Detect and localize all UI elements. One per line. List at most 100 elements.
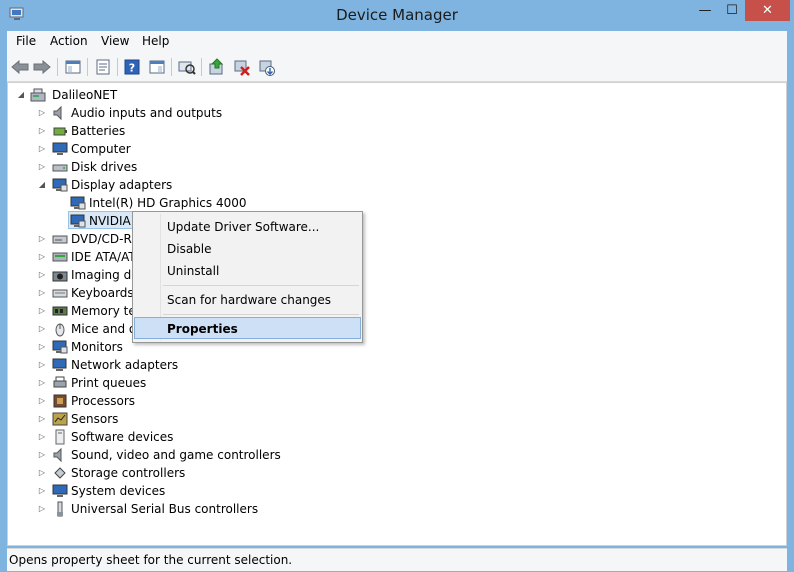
tree-item-label: Sensors — [71, 412, 119, 426]
tree-category-item[interactable]: ▷ Print queues — [8, 374, 308, 392]
uninstall-button[interactable] — [232, 57, 252, 77]
expand-arrow-icon[interactable]: ▷ — [37, 158, 47, 176]
tree-item-label: Computer — [71, 142, 131, 156]
expand-arrow-icon[interactable]: ▷ — [37, 428, 47, 446]
tree-category-item[interactable]: ▷ Processors — [8, 392, 308, 410]
tree-category-item[interactable]: ▷ Storage controllers — [8, 464, 308, 482]
help-button[interactable]: ? — [122, 57, 142, 77]
menu-properties[interactable]: Properties — [134, 317, 361, 339]
expand-arrow-icon[interactable]: ▷ — [37, 338, 47, 356]
context-menu-separator — [163, 314, 359, 315]
tree-item-label: Imaging de — [71, 268, 139, 282]
camera-icon — [52, 271, 68, 282]
tree-category-item[interactable]: ▷ Universal Serial Bus controllers — [8, 500, 308, 518]
memory-icon — [52, 306, 68, 316]
expand-arrow-icon[interactable]: ▷ — [37, 500, 47, 518]
forward-button[interactable] — [32, 57, 52, 77]
tree-item-label: DVD/CD-RO — [71, 232, 142, 246]
tree-device-item[interactable]: Intel(R) HD Graphics 4000 — [8, 194, 308, 212]
device-tree[interactable]: ◢ DalileoNET ▷ Audio inputs and outputs ▷ B… — [7, 82, 787, 546]
expand-arrow-icon[interactable]: ▷ — [37, 140, 47, 158]
menu-scan-hardware-label: Scan for hardware changes — [167, 293, 332, 307]
dvd-icon — [52, 235, 68, 244]
tree-category-item[interactable]: ▷ Sound, video and game controllers — [8, 446, 308, 464]
speaker-icon — [53, 447, 62, 463]
close-button[interactable]: ✕ — [745, 0, 790, 21]
tree-category-item[interactable]: ▷ Audio inputs and outputs — [8, 104, 308, 122]
tree-item-label: Audio inputs and outputs — [71, 106, 223, 120]
menu-bar: File Action View Help — [7, 31, 787, 54]
menu-action[interactable]: Action — [50, 34, 88, 48]
show-hide-console-tree-button[interactable] — [63, 57, 83, 77]
minimize-button[interactable]: — — [691, 0, 719, 21]
expand-arrow-icon[interactable]: ▷ — [37, 410, 47, 428]
properties-icon — [96, 59, 110, 75]
expand-arrow-icon[interactable]: ▷ — [37, 230, 47, 248]
expand-arrow-icon[interactable]: ▷ — [37, 482, 47, 500]
disk-icon — [52, 164, 68, 172]
tree-item-label: Storage controllers — [71, 466, 186, 480]
title-bar[interactable]: Device Manager — ☐ ✕ — [0, 0, 794, 31]
menu-file[interactable]: File — [16, 34, 36, 48]
expand-arrow-icon[interactable]: ▷ — [37, 122, 47, 140]
help-icon: ? — [124, 59, 140, 75]
menu-update-driver[interactable]: Update Driver Software... — [135, 216, 360, 238]
sensor-icon — [52, 412, 68, 426]
status-bar: Opens property sheet for the current sel… — [7, 548, 787, 571]
tree-item-label: Processors — [71, 394, 136, 408]
uninstall-icon — [234, 60, 250, 76]
tree-category-item[interactable]: ▷ System devices — [8, 482, 308, 500]
context-menu: Update Driver Software... Disable Uninst… — [132, 211, 363, 343]
scan-hardware-button[interactable] — [177, 57, 197, 77]
expand-arrow-icon[interactable]: ▷ — [37, 284, 47, 302]
tree-category-item[interactable]: ▷ Sensors — [8, 410, 308, 428]
menu-disable[interactable]: Disable — [135, 238, 360, 260]
tree-item-label: IDE ATA/AT — [71, 250, 136, 264]
tree-category-item[interactable]: ▷ Software devices — [8, 428, 308, 446]
collapse-arrow-icon[interactable]: ◢ — [37, 176, 47, 194]
menu-help[interactable]: Help — [142, 34, 169, 48]
expand-arrow-icon[interactable]: ▷ — [37, 464, 47, 482]
monitor-icon — [70, 214, 86, 228]
menu-update-driver-label: Update Driver Software... — [167, 220, 320, 234]
maximize-button[interactable]: ☐ — [719, 0, 745, 21]
expand-arrow-icon[interactable]: ▷ — [37, 104, 47, 122]
menu-properties-label: Properties — [167, 322, 238, 336]
back-button[interactable] — [10, 57, 30, 77]
expand-arrow-icon[interactable]: ▷ — [37, 374, 47, 392]
tree-category-item[interactable]: ▷ Disk drives — [8, 158, 308, 176]
menu-scan-hardware[interactable]: Scan for hardware changes — [135, 289, 360, 311]
tree-category-item[interactable]: ▷ Computer — [8, 140, 308, 158]
forward-icon — [33, 60, 51, 74]
expand-arrow-icon[interactable]: ▷ — [37, 248, 47, 266]
tree-item-label: Keyboards — [71, 286, 134, 300]
expand-arrow-icon[interactable]: ▷ — [37, 392, 47, 410]
tree-category-item[interactable]: ◢ Display adapters — [8, 176, 308, 194]
enable-device-button[interactable] — [257, 57, 277, 77]
expand-arrow-icon[interactable]: ▷ — [37, 320, 47, 338]
properties-button[interactable] — [93, 57, 113, 77]
menu-uninstall[interactable]: Uninstall — [135, 260, 360, 282]
tree-root[interactable]: ◢ DalileoNET — [16, 86, 216, 104]
usb-icon — [57, 501, 63, 517]
monitor-icon — [52, 178, 68, 192]
collapse-arrow-icon[interactable]: ◢ — [16, 86, 26, 104]
expand-arrow-icon[interactable]: ▷ — [37, 266, 47, 284]
status-text: Opens property sheet for the current sel… — [9, 553, 293, 567]
expand-arrow-icon[interactable]: ▷ — [37, 356, 47, 374]
cpu-icon — [53, 394, 67, 408]
tree-item-label: Monitors — [71, 340, 123, 354]
toolbar-separator — [57, 58, 58, 76]
toolbar: ? — [7, 53, 787, 82]
expand-arrow-icon[interactable]: ▷ — [37, 446, 47, 464]
expand-arrow-icon[interactable]: ▷ — [37, 302, 47, 320]
computer-root-icon — [30, 88, 46, 102]
update-driver-button[interactable] — [207, 57, 227, 77]
tree-category-item[interactable]: ▷ Batteries — [8, 122, 308, 140]
menu-uninstall-label: Uninstall — [167, 264, 220, 278]
tree-item-label: Print queues — [71, 376, 147, 390]
action-pane-button[interactable] — [147, 57, 167, 77]
tree-category-item[interactable]: ▷ Network adapters — [8, 356, 308, 374]
menu-view[interactable]: View — [101, 34, 129, 48]
battery-icon — [53, 127, 67, 136]
